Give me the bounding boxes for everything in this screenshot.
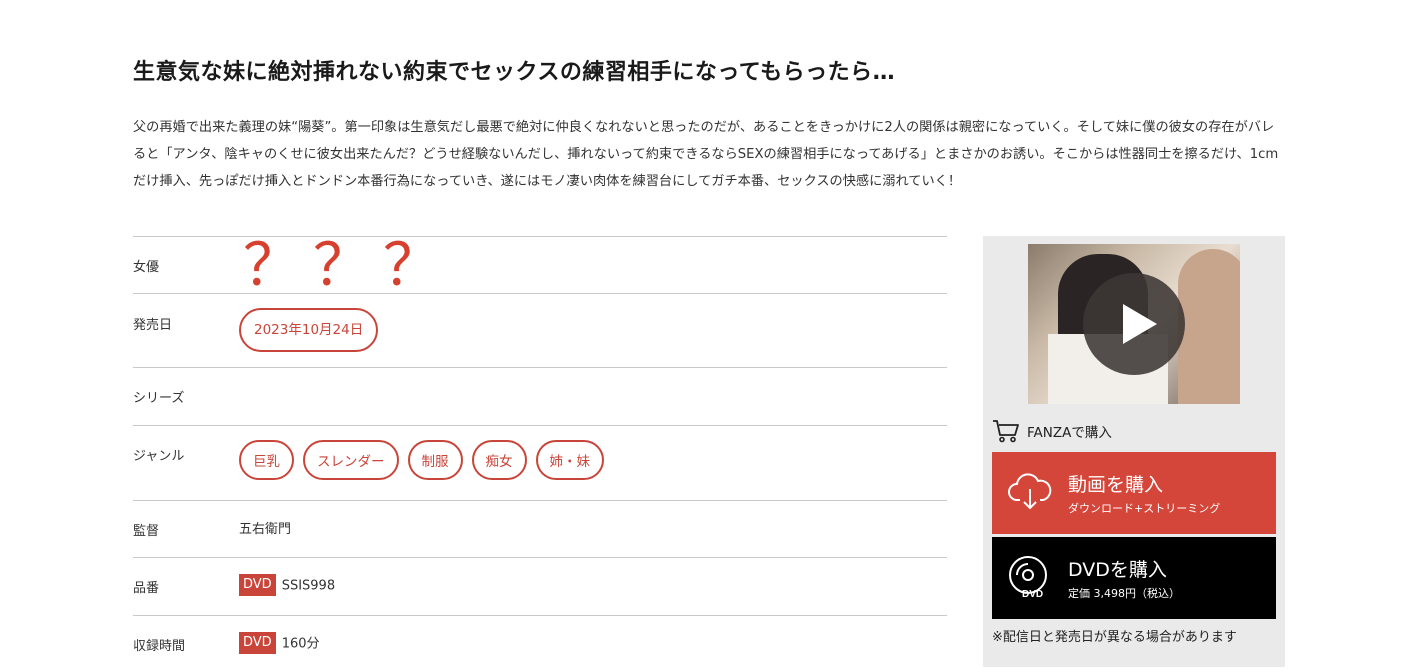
- genre-pill[interactable]: スレンダー: [303, 440, 399, 480]
- director-value: 五右衛門: [239, 522, 292, 537]
- director-label: 監督: [133, 524, 160, 539]
- spec-row-genre: ジャンル 巨乳 スレンダー 制服 痴女 姉・妹: [133, 425, 947, 500]
- buy-dvd-button[interactable]: DVD DVDを購入 定価 3,498円（税込）: [992, 537, 1276, 619]
- duration-value: 160分: [281, 636, 320, 652]
- cart-icon: [993, 420, 1019, 443]
- genre-pill[interactable]: 姉・妹: [535, 440, 604, 480]
- spec-row-director: 監督 五右衛門: [133, 500, 947, 557]
- cloud-download-icon: [1008, 473, 1052, 510]
- buy-video-button[interactable]: 動画を購入 ダウンロード+ストリーミング: [992, 452, 1276, 534]
- buy-dvd-sub: 定価 3,498円（税込）: [1068, 587, 1180, 600]
- video-thumbnail[interactable]: [1028, 244, 1240, 404]
- duration-label: 収録時間: [133, 639, 186, 654]
- dvd-tag: DVD: [239, 632, 276, 654]
- product-code-label: 品番: [133, 581, 160, 596]
- release-label: 発売日: [133, 318, 173, 333]
- question-mark-icon: ？: [382, 231, 441, 299]
- genre-label: ジャンル: [133, 449, 185, 464]
- description: 父の再婚で出来た義理の妹“陽葵”。第一印象は生意気だし最悪で絶対に仲良くなれない…: [133, 120, 1279, 189]
- genre-pill[interactable]: 痴女: [471, 440, 527, 480]
- series-label: シリーズ: [133, 391, 185, 406]
- spec-row-product-code: 品番 DVD SSIS998: [133, 557, 947, 615]
- fanza-label: FANZAで購入: [1027, 425, 1112, 441]
- genre-pill[interactable]: 制服: [407, 440, 463, 480]
- thumbnail-figure: [1178, 249, 1240, 404]
- play-icon[interactable]: [1083, 273, 1185, 375]
- dvd-tag: DVD: [239, 574, 276, 596]
- buy-video-label: 動画を購入: [1068, 474, 1164, 496]
- spec-table: 女優 ？ ？ ？ 発売日 2023年10月24日 シリーズ ジャンル 巨乳 スレン…: [133, 236, 947, 672]
- buy-dvd-label: DVDを購入: [1068, 559, 1167, 581]
- spec-row-duration: 収録時間 DVD 160分: [133, 615, 947, 672]
- release-date-pill[interactable]: 2023年10月24日: [239, 308, 379, 352]
- release-note: ※配信日と発売日が異なる場合があります: [992, 630, 1237, 645]
- spec-row-series: シリーズ: [133, 367, 947, 425]
- spec-row-actress: 女優 ？ ？ ？: [133, 236, 947, 294]
- page-title: 生意気な妹に絶対挿れない約束でセックスの練習相手になってもらったら…: [133, 60, 896, 85]
- product-code-value: SSIS998: [281, 578, 336, 594]
- dvd-icon-text: DVD: [1022, 589, 1043, 599]
- buy-video-sub: ダウンロード+ストリーミング: [1068, 502, 1221, 515]
- fanza-purchase-heading: FANZAで購入: [992, 419, 1112, 443]
- question-mark-icon: ？: [312, 231, 371, 299]
- actress-label: 女優: [133, 260, 160, 275]
- dvd-disc-icon: DVD: [1009, 556, 1047, 599]
- purchase-sidebar: FANZAで購入 動画を購入 ダウンロード+ストリーミング DVD DVDを購入…: [983, 236, 1285, 667]
- actress-unknown: ？ ？ ？: [237, 236, 447, 294]
- genre-pill[interactable]: 巨乳: [239, 440, 294, 480]
- spec-row-release: 発売日 2023年10月24日: [133, 293, 947, 367]
- question-mark-icon: ？: [242, 231, 301, 299]
